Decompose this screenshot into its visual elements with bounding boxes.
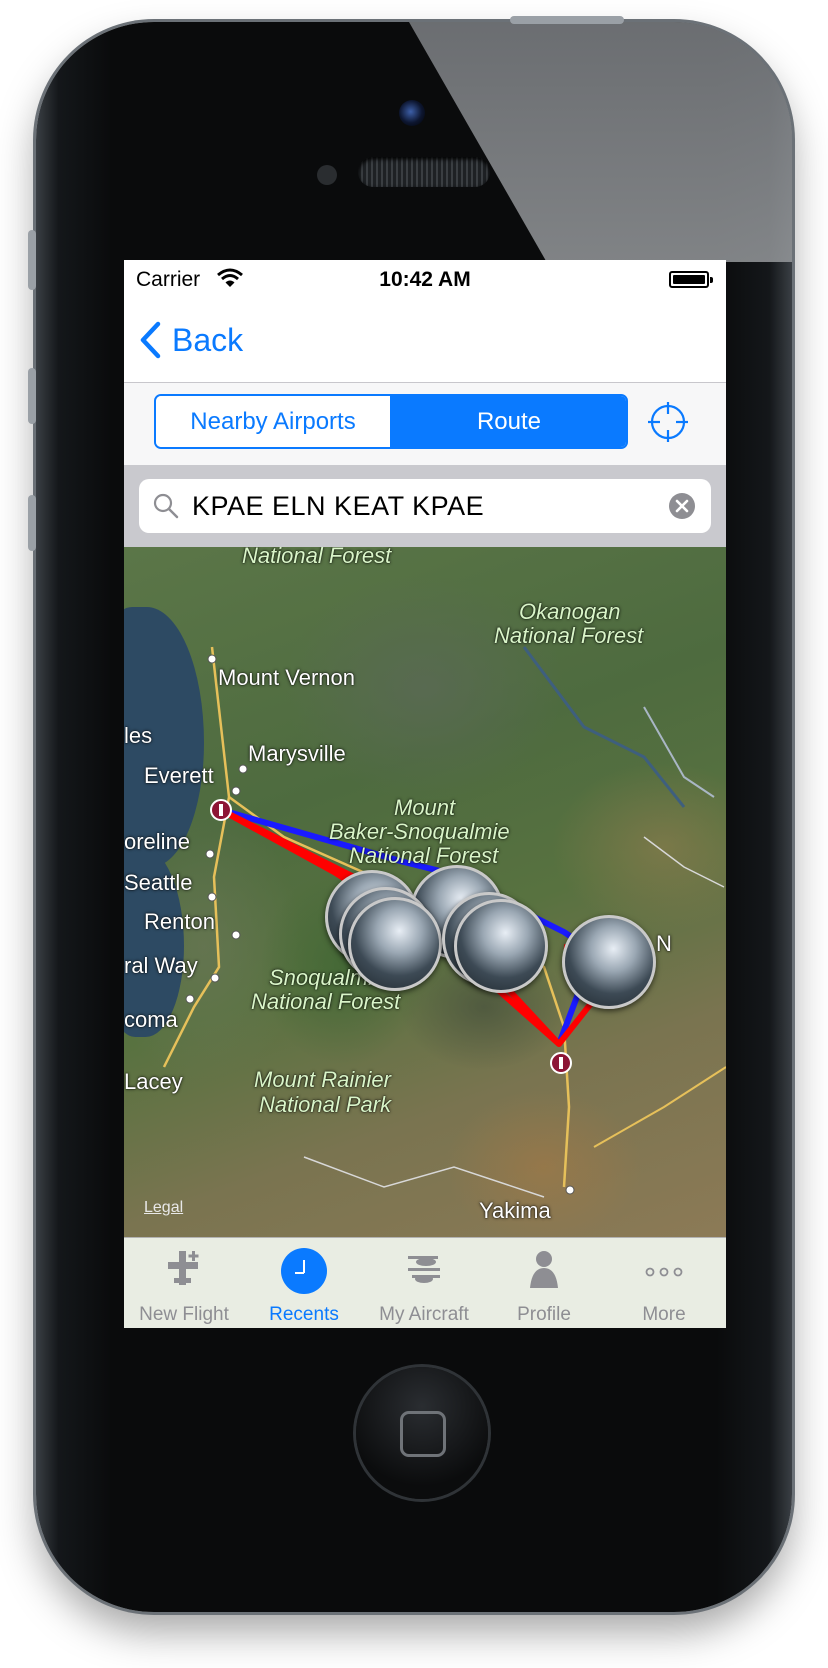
new-flight-icon [168,1251,199,1285]
tab-new-flight[interactable]: New Flight [124,1238,244,1328]
earpiece-speaker [358,157,490,187]
status-bar: Carrier 10:42 AM [124,260,726,300]
tab-label-profile: Profile [517,1304,571,1325]
volume-down-button[interactable] [28,495,36,551]
tab-my-aircraft[interactable]: My Aircraft [364,1238,484,1328]
clock-time: 10:42 AM [379,268,471,291]
battery-icon [669,271,713,288]
map-label-baker-nf: National Forest [349,843,499,868]
search-bar: KPAE ELN KEAT KPAE [124,465,726,547]
map-label-baker-snoqualmie: Baker-Snoqualmie [329,819,510,844]
tab-profile[interactable]: Profile [484,1238,604,1328]
photo-thumbnail-6[interactable] [454,899,548,993]
profile-icon [530,1251,558,1288]
clear-search-icon[interactable] [668,492,696,520]
clock-icon [281,1248,327,1294]
chevron-left-icon [140,321,161,359]
map-legal-link[interactable]: Legal [144,1199,183,1217]
segmented-control: Nearby Airports Route [154,394,628,449]
photo-thumbnail-4[interactable] [348,897,442,991]
map-label-les: les [124,723,153,748]
home-square-icon [400,1411,446,1457]
screen: Carrier 10:42 AM Back Nearby Airports Ro… [124,260,726,1328]
map-label-mount-vernon: Mount Vernon [218,665,355,690]
map-label-okanogan-nf: National Forest [494,623,644,648]
back-label: Back [172,321,244,358]
map-label-national-forest-top: National Forest [242,547,392,568]
map-label-n-edge: N [656,931,672,956]
map-label-mount: Mount [394,795,456,820]
search-field[interactable]: KPAE ELN KEAT KPAE [139,479,711,533]
map-label-yakima: Yakima [479,1198,551,1223]
more-icon [645,1267,683,1277]
glass-glare [409,22,792,262]
map-label-ral-way: ral Way [124,953,198,978]
tab-recents[interactable]: Recents [244,1238,364,1328]
search-query-text: KPAE ELN KEAT KPAE [192,491,485,521]
segment-route[interactable]: Route [392,396,626,447]
back-button[interactable]: Back [138,318,243,362]
tab-label-more: More [642,1304,686,1325]
tab-more[interactable]: More [604,1238,724,1328]
map-label-national-park: National Park [259,1092,392,1117]
photo-thumbnail-7[interactable] [562,915,656,1009]
map-label-seattle: Seattle [124,870,193,895]
waypoint-keat[interactable] [550,1052,572,1074]
segment-nearby-airports[interactable]: Nearby Airports [156,396,392,447]
volume-up-button[interactable] [28,368,36,424]
home-button[interactable] [356,1367,488,1499]
map-label-everett: Everett [144,763,214,788]
power-button[interactable] [510,16,624,24]
map-label-marysville: Marysville [248,741,346,766]
map-label-coma: coma [124,1007,178,1032]
map-label-okanogan: Okanogan [519,599,621,624]
mute-switch[interactable] [28,230,36,290]
map-label-renton: Renton [144,909,215,934]
front-camera [399,100,425,126]
tab-label-new-flight: New Flight [139,1304,229,1325]
locate-crosshair-icon[interactable] [648,402,688,442]
tab-label-my-aircraft: My Aircraft [379,1304,469,1325]
map-label-mount-rainier: Mount Rainier [254,1067,391,1092]
search-icon [153,493,179,519]
proximity-sensor [317,165,337,185]
navigation-bar: Back [124,300,726,383]
map-label-oreline: oreline [124,829,191,854]
segment-bar: Nearby Airports Route [124,383,726,465]
route-map[interactable]: National Forest Okanogan National Forest… [124,547,726,1237]
tab-label-recents: Recents [269,1304,339,1325]
map-label-lacey: Lacey [124,1069,183,1094]
aircraft-icon [408,1256,440,1283]
tab-bar: New Flight Recents My Aircraft Profile M… [124,1237,726,1328]
map-label-snoqualmie-nf: National Forest [251,989,401,1014]
waypoint-kpae[interactable] [210,799,232,821]
phone-frame: Carrier 10:42 AM Back Nearby Airports Ro… [36,22,792,1612]
